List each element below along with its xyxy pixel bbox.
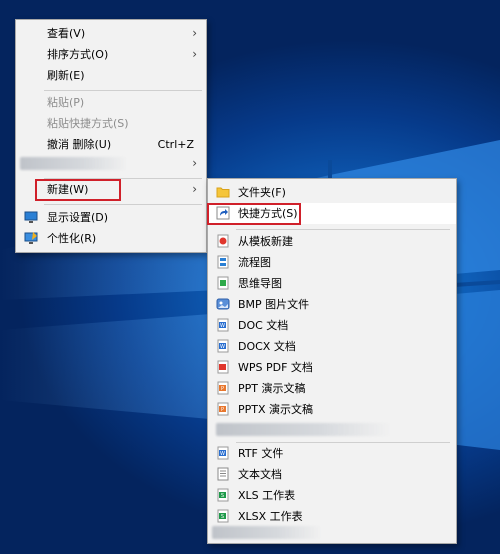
docx-document-icon: W <box>216 339 230 353</box>
svg-text:P: P <box>221 386 224 392</box>
chevron-right-icon: › <box>192 156 197 170</box>
highlight-box-new <box>35 179 121 201</box>
menu-item-label: RTF 文件 <box>238 447 284 460</box>
menu-separator <box>44 204 202 205</box>
submenu-item-rtf[interactable]: W RTF 文件 <box>208 443 456 464</box>
chevron-right-icon: › <box>192 182 197 196</box>
personalize-icon <box>24 231 38 245</box>
menu-item-label: PPTX 演示文稿 <box>238 403 314 416</box>
ppt-icon: P <box>216 381 230 395</box>
submenu-item-mindmap[interactable]: 思维导图 <box>208 273 456 294</box>
pptx-icon: P <box>216 402 230 416</box>
submenu-item-docx[interactable]: W DOCX 文档 <box>208 336 456 357</box>
wps-pdf-icon <box>216 360 230 374</box>
submenu-item-wps-pdf[interactable]: WPS PDF 文档 <box>208 357 456 378</box>
chevron-right-icon: › <box>192 26 197 40</box>
rtf-file-icon: W <box>216 446 230 460</box>
svg-text:W: W <box>220 323 225 329</box>
menu-item-label: 查看(V) <box>47 27 86 40</box>
submenu-item-xls[interactable]: S XLS 工作表 <box>208 485 456 506</box>
submenu-item-pptx[interactable]: P PPTX 演示文稿 <box>208 399 456 420</box>
folder-icon <box>216 185 230 199</box>
menu-item-label: 粘贴快捷方式(S) <box>47 117 129 130</box>
submenu-item-blurred-bottom[interactable] <box>208 522 456 543</box>
doc-document-icon: W <box>216 318 230 332</box>
svg-text:P: P <box>221 407 224 413</box>
menu-item-undo-delete[interactable]: 撤消 删除(U) Ctrl+Z <box>16 134 206 155</box>
xlsx-icon: S <box>216 509 230 523</box>
menu-separator <box>44 90 202 91</box>
menu-item-label: 从模板新建 <box>238 235 293 248</box>
submenu-item-ppt[interactable]: P PPT 演示文稿 <box>208 378 456 399</box>
submenu-item-folder[interactable]: 文件夹(F) <box>208 182 456 203</box>
redacted-label <box>212 526 322 539</box>
menu-item-paste-shortcut[interactable]: 粘贴快捷方式(S) <box>16 113 206 134</box>
menu-item-label: WPS PDF 文档 <box>238 361 313 374</box>
menu-item-display-settings[interactable]: 显示设置(D) <box>16 207 206 228</box>
menu-separator <box>236 229 450 230</box>
menu-item-personalize[interactable]: 个性化(R) <box>16 228 206 249</box>
svg-text:W: W <box>220 451 225 457</box>
template-icon <box>216 234 230 248</box>
menu-item-blurred[interactable]: › <box>16 153 206 174</box>
menu-item-label: 排序方式(O) <box>47 48 109 61</box>
text-document-icon <box>216 467 230 481</box>
menu-item-view[interactable]: 查看(V) › <box>16 23 206 44</box>
redacted-label <box>20 157 128 170</box>
submenu-item-text-document[interactable]: 文本文档 <box>208 464 456 485</box>
menu-item-sort-by[interactable]: 排序方式(O) › <box>16 44 206 65</box>
menu-item-label: 文本文档 <box>238 468 282 481</box>
menu-item-label: 文件夹(F) <box>238 186 286 199</box>
new-submenu: 文件夹(F) 快捷方式(S) 从模板新建 流程图 思维导图 BMP 图片文件 W <box>207 178 457 544</box>
xls-icon: S <box>216 488 230 502</box>
svg-text:S: S <box>221 514 224 520</box>
menu-item-label: 粘贴(P) <box>47 96 85 109</box>
menu-item-label: 个性化(R) <box>47 232 97 245</box>
menu-item-label: 思维导图 <box>238 277 282 290</box>
menu-item-refresh[interactable]: 刷新(E) <box>16 65 206 86</box>
menu-item-label: XLS 工作表 <box>238 489 296 502</box>
menu-item-label: 刷新(E) <box>47 69 85 82</box>
submenu-item-flowchart[interactable]: 流程图 <box>208 252 456 273</box>
highlight-box-shortcut <box>207 203 301 225</box>
submenu-item-blurred[interactable] <box>208 419 456 440</box>
mindmap-icon <box>216 276 230 290</box>
submenu-item-from-template[interactable]: 从模板新建 <box>208 231 456 252</box>
redacted-label <box>216 423 391 436</box>
keyboard-shortcut: Ctrl+Z <box>157 138 194 151</box>
submenu-item-doc[interactable]: W DOC 文档 <box>208 315 456 336</box>
display-icon <box>24 210 38 224</box>
chevron-right-icon: › <box>192 47 197 61</box>
menu-item-label: 显示设置(D) <box>47 211 109 224</box>
menu-item-label: BMP 图片文件 <box>238 298 310 311</box>
menu-item-label: DOCX 文档 <box>238 340 296 353</box>
flowchart-icon <box>216 255 230 269</box>
menu-item-label: 撤消 删除(U) <box>47 138 112 151</box>
desktop-context-menu: 查看(V) › 排序方式(O) › 刷新(E) 粘贴(P) 粘贴快捷方式(S) … <box>15 19 207 253</box>
bmp-image-icon <box>216 297 230 311</box>
menu-item-label: 流程图 <box>238 256 271 269</box>
svg-text:W: W <box>220 344 225 350</box>
submenu-item-bmp[interactable]: BMP 图片文件 <box>208 294 456 315</box>
svg-text:S: S <box>221 493 224 499</box>
menu-item-label: DOC 文档 <box>238 319 289 332</box>
menu-item-label: PPT 演示文稿 <box>238 382 306 395</box>
menu-item-paste[interactable]: 粘贴(P) <box>16 92 206 113</box>
